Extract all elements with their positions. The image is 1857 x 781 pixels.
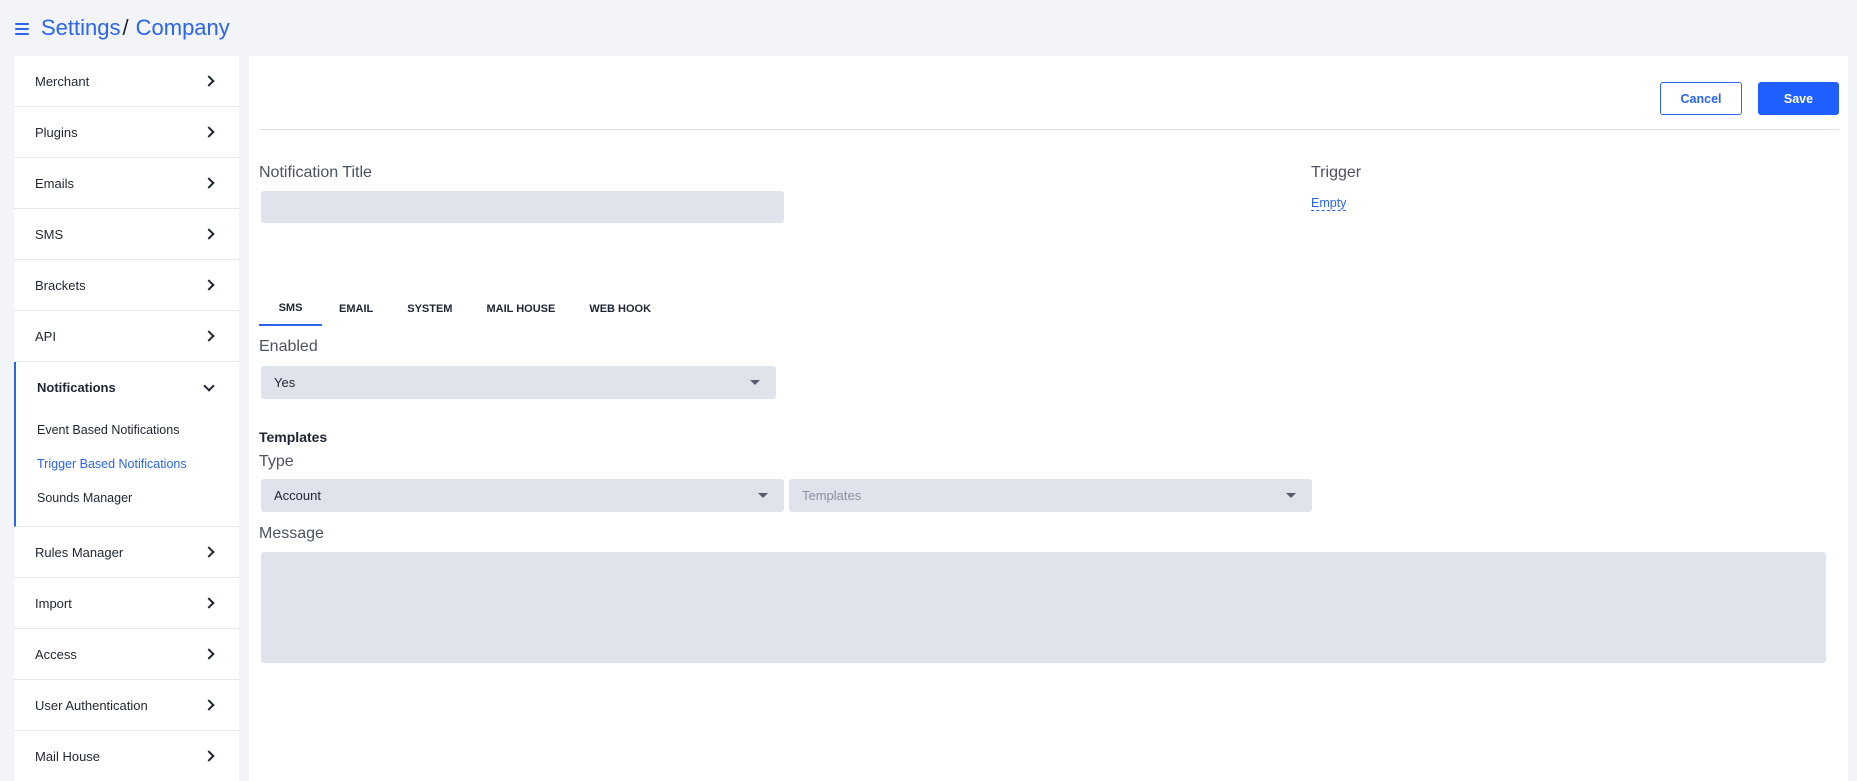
sidebar-item-label: Notifications [37,380,116,395]
header-divider [259,129,1839,130]
sidebar-item-import[interactable]: Import [14,578,239,629]
sidebar-item-notifications[interactable]: Notifications [16,362,239,413]
templates-heading: Templates [259,429,328,445]
sidebar-subitem-sounds-manager[interactable]: Sounds Manager [16,481,239,515]
sidebar-item-mail-house[interactable]: Mail House [14,731,239,781]
breadcrumb-company[interactable]: Company [136,15,230,41]
message-textarea[interactable] [261,552,1826,663]
chevron-right-icon [203,546,215,558]
sidebar-item-user-authentication[interactable]: User Authentication [14,680,239,731]
sidebar-item-label: Plugins [35,124,78,140]
notification-editor-panel: Cancel Save Notification Title Trigger E… [249,56,1848,781]
templates-select[interactable]: Templates [789,479,1312,512]
enabled-select-value: Yes [274,375,296,390]
enabled-select[interactable]: Yes [261,366,776,399]
caret-down-icon [1286,493,1296,498]
enabled-label: Enabled [259,338,318,355]
sidebar-item-label: User Authentication [35,697,148,713]
sidebar-item-label: SMS [35,226,64,242]
type-select-value: Account [274,488,321,503]
templates-select-placeholder: Templates [802,488,862,503]
trigger-value-link[interactable]: Empty [1311,196,1347,211]
tab-sms[interactable]: SMS [259,291,322,326]
sidebar-item-label: API [35,328,56,344]
sidebar-group-notifications: Notifications Event Based Notifications … [14,362,239,527]
notification-title-input[interactable] [261,191,784,223]
sidebar-item-label: Rules Manager [35,544,124,560]
message-label: Message [259,525,324,542]
notification-title-label: Notification Title [259,164,372,181]
chevron-right-icon [203,648,215,660]
sidebar-subitem-event-based-notifications[interactable]: Event Based Notifications [16,413,239,447]
sidebar-subitem-trigger-based-notifications[interactable]: Trigger Based Notifications [16,447,239,481]
sidebar-item-rules-manager[interactable]: Rules Manager [14,527,239,578]
sidebar-item-emails[interactable]: Emails [14,158,239,209]
breadcrumb-settings[interactable]: Settings [41,15,121,41]
settings-sidebar: Merchant Plugins Emails SMS Brackets API… [14,56,239,781]
chevron-right-icon [203,177,215,189]
type-label: Type [259,453,294,470]
sidebar-item-sms[interactable]: SMS [14,209,239,260]
channel-tabs: SMS EMAIL SYSTEM MAIL HOUSE WEB HOOK [259,291,668,326]
chevron-right-icon [203,597,215,609]
chevron-right-icon [203,75,215,87]
chevron-right-icon [203,330,215,342]
sidebar-item-label: Merchant [35,73,90,89]
chevron-right-icon [203,228,215,240]
tab-web-hook[interactable]: WEB HOOK [572,291,668,326]
breadcrumb-separator: / [122,15,129,40]
type-select[interactable]: Account [261,479,784,512]
sidebar-item-merchant[interactable]: Merchant [14,56,239,107]
chevron-right-icon [203,750,215,762]
sidebar-item-label: Mail House [35,748,101,764]
tab-system[interactable]: SYSTEM [390,291,469,326]
sidebar-item-label: Emails [35,175,75,191]
cancel-button[interactable]: Cancel [1660,82,1742,115]
caret-down-icon [758,493,768,498]
sidebar-item-plugins[interactable]: Plugins [14,107,239,158]
chevron-down-icon [203,379,215,392]
sidebar-item-brackets[interactable]: Brackets [14,260,239,311]
chevron-right-icon [203,126,215,138]
sidebar-item-label: Import [35,595,72,611]
save-button[interactable]: Save [1758,82,1839,115]
sidebar-item-access[interactable]: Access [14,629,239,680]
sidebar-item-label: Access [35,646,77,662]
sidebar-item-api[interactable]: API [14,311,239,362]
chevron-right-icon [203,699,215,711]
top-bar: Settings / Company [0,0,1857,56]
chevron-right-icon [203,279,215,291]
sidebar-item-label: Brackets [35,277,86,293]
tab-mail-house[interactable]: MAIL HOUSE [469,291,572,326]
caret-down-icon [750,380,760,385]
trigger-label: Trigger [1311,164,1362,181]
hamburger-menu-icon[interactable] [15,23,29,35]
tab-email[interactable]: EMAIL [322,291,390,326]
